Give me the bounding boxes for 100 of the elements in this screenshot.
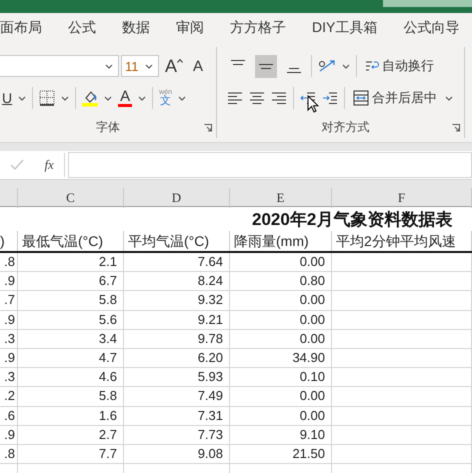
table-cell: 6.7 [18, 272, 124, 290]
dialog-launcher-icon[interactable] [204, 124, 212, 132]
column-header[interactable]: F [332, 188, 472, 208]
align-lines-icon [286, 68, 302, 72]
header-cell: 降雨量(mm) [230, 231, 332, 251]
table-cell: 0.00 [230, 310, 332, 329]
table-cell: 3.4 [18, 330, 124, 348]
table-cell: 0.00 [230, 387, 332, 406]
table-cell: 9.10 [230, 426, 332, 444]
vertical-align-button[interactable] [255, 54, 277, 78]
table-cell: .8 [0, 444, 18, 464]
table-cell: .2 [0, 387, 18, 406]
table-cell: 5.6 [18, 310, 124, 329]
ribbon-tab[interactable]: 数据 [122, 19, 162, 37]
ribbon-tab[interactable]: 面布局 [0, 19, 54, 37]
wrap-text-button[interactable]: 自动换行 [363, 57, 436, 75]
dropdown-icon [105, 64, 113, 68]
table-cell: 0.00 [230, 291, 332, 310]
grow-font-button[interactable]: A [165, 57, 184, 75]
align-left-icon[interactable] [227, 91, 243, 105]
dropdown-icon [145, 64, 153, 68]
table-cell: .7 [0, 291, 18, 310]
shrink-font-button[interactable]: A [193, 58, 204, 74]
dropdown-icon [342, 64, 350, 68]
table-cell: 5.8 [18, 387, 124, 406]
table-cell: 0.00 [230, 406, 332, 425]
table-cell: 9.21 [124, 310, 230, 329]
table-cell: 2.7 [18, 426, 124, 444]
table-cell: 5.93 [124, 368, 230, 386]
table-cell: .9 [0, 272, 18, 290]
table-cell: 0.80 [230, 272, 332, 290]
table-cell: 7.64 [124, 253, 230, 272]
table-cell: 4.6 [18, 368, 124, 386]
column-header[interactable]: E [230, 188, 332, 208]
table-cell: 9.32 [124, 291, 230, 310]
align-lines-icon [258, 64, 274, 68]
table-cell: 0.00 [230, 253, 332, 272]
table-cell: 7.7 [18, 444, 124, 464]
ribbon-tab[interactable]: 审阅 [176, 19, 216, 37]
table-cell: 8.24 [124, 272, 230, 290]
table-cell: 0.10 [230, 368, 332, 386]
table-cell: .6 [0, 406, 18, 425]
formula-input-field[interactable] [68, 152, 472, 178]
ribbon-tab[interactable]: 公式 [68, 19, 108, 37]
group-label: 字体 [96, 118, 120, 136]
table-cell: .3 [0, 330, 18, 348]
column-header[interactable]: D [124, 188, 230, 208]
merge-center-button[interactable]: 合并后居中 [351, 89, 439, 107]
table-cell: 2.1 [18, 253, 124, 272]
table-cell: 21.50 [230, 444, 332, 464]
table-cell: 9.78 [124, 330, 230, 348]
font-name-field[interactable] [0, 55, 119, 77]
increase-indent-icon[interactable] [322, 91, 338, 105]
header-cell: ) [0, 231, 18, 251]
fill-color-icon[interactable] [82, 89, 98, 107]
caret-up-icon [177, 59, 184, 63]
align-right-icon[interactable] [271, 91, 287, 105]
table-cell: 4.7 [18, 348, 124, 368]
header-cell: 平均2分钟平均风速 [332, 231, 472, 251]
dropdown-icon [178, 96, 186, 100]
font-color-button[interactable]: A [118, 89, 132, 107]
orientation-icon[interactable] [318, 59, 336, 73]
table-cell: 7.73 [124, 426, 230, 444]
font-size-field[interactable]: 11 [121, 55, 159, 77]
ribbon-tab[interactable]: DIY工具箱 [312, 19, 390, 37]
header-cell: 最低气温(°C) [18, 231, 124, 251]
dropdown-icon [445, 96, 453, 100]
table-cell: 5.8 [18, 291, 124, 310]
ribbon-tab[interactable]: 公式向导 [403, 19, 472, 37]
table-cell: .9 [0, 348, 18, 368]
decrease-indent-icon[interactable] [300, 91, 316, 105]
dropdown-icon [138, 96, 146, 100]
wrap-text-icon [365, 59, 379, 73]
table-cell: 0.00 [230, 330, 332, 348]
ribbon-tab[interactable]: 方方格子 [230, 19, 298, 37]
table-cell: 34.90 [230, 348, 332, 368]
mouse-cursor-icon [307, 95, 319, 113]
table-cell: .9 [0, 426, 18, 444]
table-cell: 7.31 [124, 406, 230, 425]
table-cell: .3 [0, 368, 18, 386]
underline-button[interactable]: U [2, 91, 12, 105]
dropdown-icon [104, 96, 112, 100]
table-cell: 7.49 [124, 387, 230, 406]
dropdown-icon [18, 96, 26, 100]
dropdown-icon [61, 96, 70, 100]
table-cell: 1.6 [18, 406, 124, 425]
align-lines-icon [230, 60, 246, 64]
merge-cells-icon [353, 90, 369, 106]
header-cell: 平均气温(°C) [124, 231, 230, 251]
sheet-title-cell-text: 2020年2月气象资料数据表 [252, 208, 452, 230]
table-cell: .8 [0, 253, 18, 272]
column-header[interactable]: C [18, 188, 124, 208]
align-center-icon[interactable] [249, 91, 265, 105]
table-cell: 9.08 [124, 444, 230, 464]
insert-function-button[interactable]: fx [44, 157, 54, 173]
dialog-launcher-icon[interactable] [452, 124, 460, 132]
table-cell: .9 [0, 310, 18, 329]
group-label: 对齐方式 [322, 118, 370, 136]
table-cell: 6.20 [124, 348, 230, 368]
borders-icon[interactable] [39, 90, 56, 106]
